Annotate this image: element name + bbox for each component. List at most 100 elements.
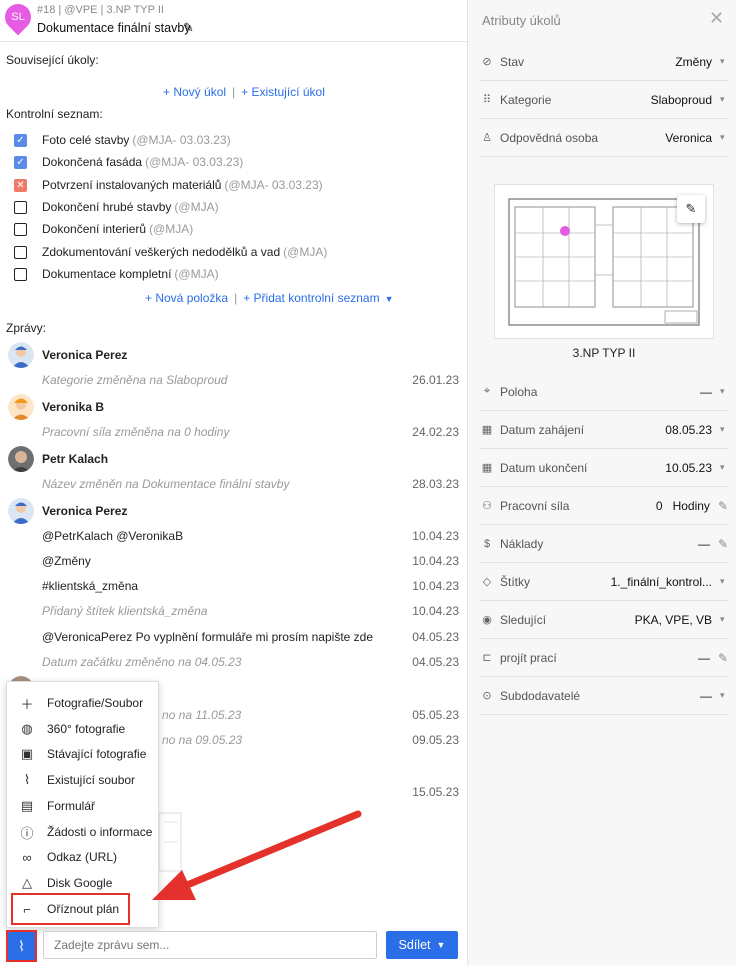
task-title[interactable]: Dokumentace finální stavby: [37, 21, 191, 35]
attr-start-date[interactable]: ▦ Datum zahájení 08.05.23 ▾: [480, 411, 728, 449]
checklist-item[interactable]: Zdokumentování veškerých nedodělků a vad…: [14, 243, 327, 261]
attr-location[interactable]: ⌖ Poloha — ▾: [480, 373, 728, 411]
globe-icon: ◍: [21, 721, 33, 736]
chevron-down-icon: ▾: [720, 690, 725, 700]
checkbox-unchecked[interactable]: [14, 222, 27, 236]
crop-plan-highlight: [11, 893, 130, 925]
task-detail-pane: SL #18 | @VPE | 3.NP TYP II Dokumentace …: [0, 0, 468, 965]
menu-item-form[interactable]: ▤ Formulář: [7, 794, 160, 818]
chevron-down-icon: ▾: [720, 94, 725, 104]
checklist-item[interactable]: Dokumentace kompletní (@MJA): [14, 265, 219, 283]
pencil-icon[interactable]: ✎: [718, 499, 728, 513]
attr-costs[interactable]: $ Náklady — ✎: [480, 525, 728, 563]
checkbox-unchecked[interactable]: [14, 200, 27, 214]
close-icon[interactable]: ✕: [709, 8, 724, 29]
related-links: + Nový úkol | + Existující úkol: [163, 85, 325, 99]
paperclip-icon: ⌇: [18, 937, 25, 954]
new-task-link[interactable]: + Nový úkol: [163, 85, 226, 99]
attr-subcontractors[interactable]: ⊙ Subdodavatelé — ▾: [480, 677, 728, 715]
message-line: @VeronicaPerez Po vyplnění formuláře mi …: [42, 630, 459, 644]
subcontractor-icon: ⊙: [482, 690, 492, 702]
avatar: [8, 394, 34, 420]
message-line: Kategorie změněna na Slaboproud 26.01.23: [42, 373, 459, 387]
avatar: [8, 498, 34, 524]
checklist-item[interactable]: ✓ Foto celé stavby (@MJA- 03.03.23): [14, 131, 231, 149]
attr-responsible[interactable]: ♙ Odpovědná osoba Veronica ▾: [480, 119, 728, 157]
attr-workforce[interactable]: ⚇ Pracovní síla 0 Hodiny ✎: [480, 487, 728, 525]
checklist-item[interactable]: ✕ Potvrzení instalovaných materiálů (@MJA-…: [14, 176, 323, 194]
add-checklist-link[interactable]: + Přidat kontrolní seznam: [243, 291, 379, 305]
edit-title-icon[interactable]: ✎: [183, 20, 194, 36]
existing-task-link[interactable]: + Existující úkol: [241, 85, 325, 99]
share-button[interactable]: Sdílet ▼: [386, 931, 458, 959]
caret-down-icon: ▼: [436, 940, 446, 950]
attr-end-date[interactable]: ▦ Datum ukončení 10.05.23 ▾: [480, 449, 728, 487]
message-line: Pracovní síla změněna na 0 hodiny 24.02.2…: [42, 425, 459, 439]
edit-plan-icon[interactable]: ✎: [677, 195, 705, 223]
menu-item-photo-file[interactable]: ＋ Fotografie/Soubor: [7, 691, 160, 715]
checklist-item[interactable]: Dokončení hrubé stavby (@MJA): [14, 198, 219, 216]
info-doc-icon: ⓘ: [20, 825, 34, 841]
attach-button[interactable]: ⌇: [6, 930, 37, 962]
menu-item-google-drive[interactable]: △ Disk Google: [7, 871, 160, 895]
message-line: #klientská_změna 10.04.23: [42, 579, 459, 593]
attr-category[interactable]: ⠿ Kategorie Slaboproud ▾: [480, 81, 728, 119]
grid-icon: ⠿: [482, 94, 492, 106]
checkbox-unchecked[interactable]: [14, 245, 27, 259]
chevron-down-icon: ▾: [720, 576, 725, 586]
checklist-item[interactable]: Dokončení interierů (@MJA): [14, 220, 193, 238]
related-tasks-label: Související úkoly:: [6, 53, 99, 67]
plan-caption: 3.NP TYP II: [572, 346, 636, 360]
pencil-icon[interactable]: ✎: [718, 537, 728, 551]
message-author: Petr Kalach: [8, 446, 108, 472]
chevron-down-icon: ▾: [720, 614, 725, 624]
chevron-down-icon: ▾: [720, 132, 725, 142]
attr-walkthrough[interactable]: ⊏ projít prací — ✎: [480, 639, 728, 677]
checkbox-checked[interactable]: ✓: [14, 133, 27, 147]
chevron-down-icon: ▾: [720, 386, 725, 396]
plan-pin-icon: [560, 226, 570, 236]
calendar-icon: ▦: [481, 462, 493, 474]
message-author: Veronica Perez: [8, 498, 127, 524]
avatar: [8, 446, 34, 472]
attr-tags[interactable]: ◇ Štítky 1._finální_kontrol... ▾: [480, 563, 728, 601]
plus-icon: ＋: [20, 696, 34, 712]
add-item-link[interactable]: + Nová položka: [145, 291, 228, 305]
money-icon: $: [483, 537, 491, 550]
message-line: @Změny 10.04.23: [42, 554, 459, 568]
checkbox-failed[interactable]: ✕: [14, 178, 27, 192]
attributes-panel: Atributy úkolů ✕ ⊘ Stav Změny ▾ ⠿ Kategorie S…: [468, 0, 736, 965]
task-avatar: SL: [0, 0, 37, 36]
chevron-down-icon: ▾: [720, 462, 725, 472]
message-author: Veronica Perez: [8, 342, 127, 368]
menu-item-link[interactable]: ∞ Odkaz (URL): [7, 845, 160, 869]
panel-title: Atributy úkolů: [482, 13, 561, 28]
checkbox-unchecked[interactable]: [14, 267, 27, 281]
message-input[interactable]: [43, 931, 377, 959]
checklist-item[interactable]: ✓ Dokončená fasáda (@MJA- 03.03.23): [14, 153, 243, 171]
eye-icon: ◉: [482, 614, 492, 626]
task-header: SL #18 | @VPE | 3.NP TYP II Dokumentace …: [0, 0, 468, 42]
menu-item-existing-file[interactable]: ⌇ Existující soubor: [7, 768, 160, 792]
checklist-links: + Nová položka | + Přidat kontrolní seznam…: [145, 291, 394, 305]
menu-item-360-photo[interactable]: ◍ 360° fotografie: [7, 717, 160, 741]
task-meta: #18 | @VPE | 3.NP TYP II: [37, 4, 164, 16]
message-line: Přidaný štítek klientská_změna 10.04.23: [42, 604, 459, 618]
chevron-down-icon: ▾: [720, 424, 725, 434]
annotation-arrow: [152, 810, 362, 900]
menu-item-rfi[interactable]: ⓘ Žádosti o informace: [7, 820, 160, 844]
attr-followers[interactable]: ◉ Sledující PKA, VPE, VB ▾: [480, 601, 728, 639]
avatar: [8, 342, 34, 368]
drive-icon: △: [22, 875, 32, 890]
status-icon: ⊘: [482, 56, 492, 68]
message-line: Datum začátku změněno na 04.05.23 04.05.2…: [42, 655, 459, 669]
message-line: Název změněn na Dokumentace finální stav…: [42, 477, 459, 491]
checkbox-checked[interactable]: ✓: [14, 155, 27, 169]
chevron-down-icon[interactable]: ▼: [385, 294, 394, 304]
link-icon: ∞: [22, 849, 32, 865]
plan-thumbnail[interactable]: ✎: [494, 184, 714, 339]
camera-icon: ▣: [20, 746, 34, 761]
pencil-icon[interactable]: ✎: [718, 651, 728, 665]
menu-item-existing-photo[interactable]: ▣ Stávající fotografie: [7, 742, 160, 766]
attr-status[interactable]: ⊘ Stav Změny ▾: [480, 43, 728, 81]
